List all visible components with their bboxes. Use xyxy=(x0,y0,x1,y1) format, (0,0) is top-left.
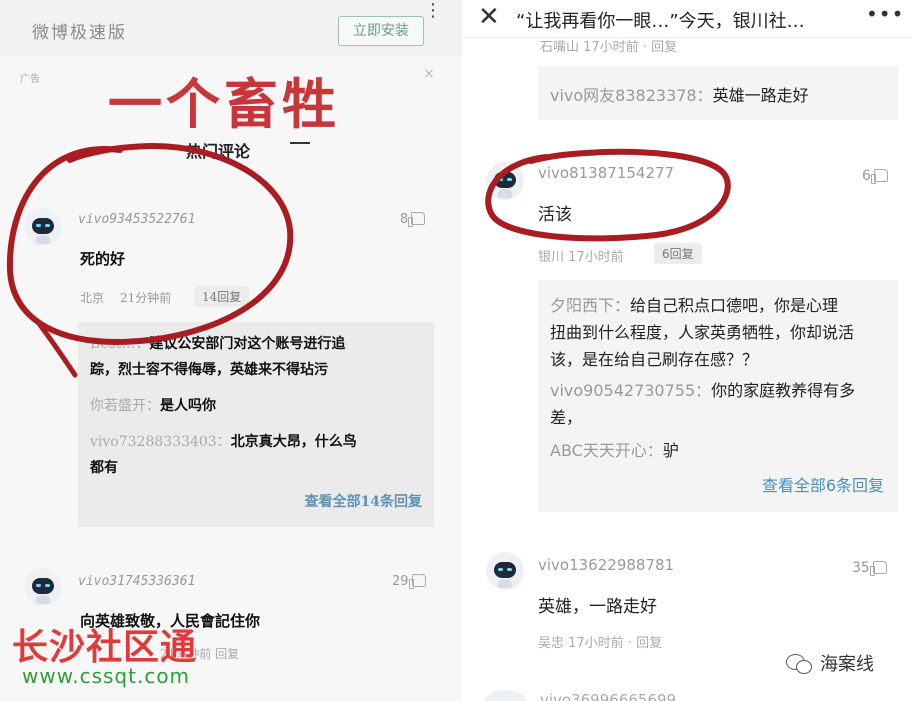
comment-location: 北京 xyxy=(80,291,105,305)
reply-line: vivo网友83823378：英雄一路走好 xyxy=(550,82,809,106)
thumbs-up-icon xyxy=(408,574,426,589)
reply-button[interactable]: 回复 xyxy=(215,647,239,661)
reply-box: 夕阳西下：给自己积点口德吧，你是心理 扭曲到什么程度，人家英勇牺牲，你却说活 该… xyxy=(538,280,898,512)
thumbs-up-icon xyxy=(408,212,426,227)
reply-username[interactable]: Best…： xyxy=(90,336,149,352)
reply-line: 都有 xyxy=(90,456,118,480)
install-button[interactable]: 立即安装 xyxy=(338,16,424,46)
comment-time: 21分钟前 xyxy=(120,291,172,305)
reply-line: vivo73288333403：北京真大昂，什么鸟 xyxy=(90,430,357,454)
reply-text: 驴 xyxy=(662,441,679,460)
reply-box: Best…：建议公安部门对这个账号进行追 踪，烈士容不得侮辱，英雄来不得玷污 你… xyxy=(78,322,434,527)
reply-username[interactable]: ABC天天开心： xyxy=(550,441,663,460)
source-brand: 海案线 xyxy=(786,650,874,676)
reply-text: 北京真大昂，什么鸟 xyxy=(230,434,357,450)
avatar[interactable] xyxy=(24,208,62,246)
reply-line: 你若盛开：是人吗你 xyxy=(90,394,216,418)
hot-comments-title: 热门评论 xyxy=(186,142,251,161)
reply-line: 夕阳西下：给自己积点口德吧，你是心理 xyxy=(550,292,890,319)
reply-line: vivo90542730755：你的家庭教养得有多 xyxy=(550,377,890,404)
reply-text: 你的家庭教养得有多 xyxy=(711,381,856,400)
ad-label: 广告 xyxy=(20,74,40,85)
like-count: 35 xyxy=(852,560,870,576)
view-all-replies-link[interactable]: 查看全部14条回复 xyxy=(305,491,422,511)
avatar[interactable] xyxy=(24,568,62,606)
reply-text: 是人吗你 xyxy=(160,398,216,414)
app-name: 微博极速版 xyxy=(32,23,127,43)
avatar[interactable] xyxy=(486,690,526,701)
like-button[interactable]: 35 xyxy=(852,560,887,576)
close-icon[interactable]: ✕ xyxy=(478,2,500,32)
view-all-replies-link[interactable]: 查看全部6条回复 xyxy=(762,472,884,496)
comment-username[interactable]: vivo93453522761 xyxy=(78,212,195,227)
left-screenshot: 微博极速版 立即安装 ⋮ 广告 × 一个畜牲 热门评论 vivo93453522… xyxy=(0,0,462,701)
like-count: 8 xyxy=(400,212,409,227)
reply-line: 该，是在给自己刷存在感？？ xyxy=(550,346,890,373)
comment-text: 死的好 xyxy=(80,250,126,268)
wechat-icon xyxy=(786,654,814,674)
comment-text: 英雄，一路走好 xyxy=(538,597,657,617)
reply-username[interactable]: vivo网友83823378： xyxy=(550,86,713,105)
reply-line: Best…：建议公安部门对这个账号进行追 xyxy=(90,332,345,356)
reply-username[interactable]: vivo73288333403： xyxy=(90,434,231,450)
thumbs-up-icon xyxy=(869,561,887,576)
reply-text: 差， xyxy=(550,408,583,427)
nav-bar: ✕ “让我再看你一眼…”今天，银川社… ••• xyxy=(466,0,911,38)
reply-line: 差， xyxy=(550,404,890,431)
reply-text: 踪，烈士容不得侮辱，英雄来不得玷污 xyxy=(90,362,328,378)
reply-text: 给自己积点口德吧，你是心理 xyxy=(630,296,839,315)
reply-username[interactable]: 夕阳西下： xyxy=(550,296,630,315)
article-title: “让我再看你一眼…”今天，银川社… xyxy=(516,11,805,32)
overflow-menu-icon[interactable]: ⋮ xyxy=(424,0,442,21)
like-button[interactable]: 8 xyxy=(400,212,426,227)
watermark: 长沙社区通 xyxy=(12,627,198,668)
comment-meta: 银川 17小时前 xyxy=(538,250,624,265)
reply-text: 英雄一路走好 xyxy=(712,86,809,105)
comment-text: 活该 xyxy=(538,205,572,225)
ad-close-icon[interactable]: × xyxy=(423,66,435,82)
reply-box: vivo网友83823378：英雄一路走好 xyxy=(538,66,898,120)
title-divider xyxy=(290,142,310,144)
comment-username[interactable]: vivo36996665699 xyxy=(540,691,676,701)
reply-count-button[interactable]: 6回复 xyxy=(654,243,702,264)
comment-username[interactable]: vivo81387154277 xyxy=(538,164,674,182)
right-screenshot: ✕ “让我再看你一眼…”今天，银川社… ••• 石嘴山 17小时前 · 回复 v… xyxy=(466,0,911,701)
reply-text: 该，是在给自己刷存在感？？ xyxy=(550,350,759,369)
comment-username[interactable]: vivo13622988781 xyxy=(538,556,674,574)
reply-line: 扭曲到什么程度，人家英勇牺牲，你却说活 xyxy=(550,319,890,346)
reply-text: 建议公安部门对这个账号进行追 xyxy=(149,336,346,352)
avatar[interactable] xyxy=(486,552,524,590)
reply-line: 踪，烈士容不得侮辱，英雄来不得玷污 xyxy=(90,358,328,382)
watermark-url: www.cssqt.com xyxy=(22,664,191,688)
reply-text: 都有 xyxy=(90,460,118,476)
like-count: 6 xyxy=(862,168,871,184)
reply-username[interactable]: vivo90542730755： xyxy=(550,381,711,400)
overlay-title: 一个畜牲 xyxy=(108,73,340,136)
more-icon[interactable]: ••• xyxy=(866,2,904,26)
thumbs-up-icon xyxy=(870,169,888,184)
comment-meta: 石嘴山 17小时前 · 回复 xyxy=(540,40,678,55)
reply-line: ABC天天开心：驴 xyxy=(550,437,890,464)
reply-username[interactable]: 你若盛开： xyxy=(90,398,160,414)
avatar[interactable] xyxy=(486,162,524,200)
comment-username[interactable]: vivo31745336361 xyxy=(78,574,195,589)
ad-top-bar: 微博极速版 立即安装 ⋮ xyxy=(0,0,462,56)
comment-meta: 吴忠 17小时前 · 回复 xyxy=(538,636,663,651)
like-count: 29 xyxy=(392,574,409,589)
reply-text: 扭曲到什么程度，人家英勇牺牲，你却说活 xyxy=(550,323,855,342)
reply-count-button[interactable]: 14回复 xyxy=(194,286,250,307)
like-button[interactable]: 29 xyxy=(392,574,426,589)
like-button[interactable]: 6 xyxy=(862,168,888,184)
